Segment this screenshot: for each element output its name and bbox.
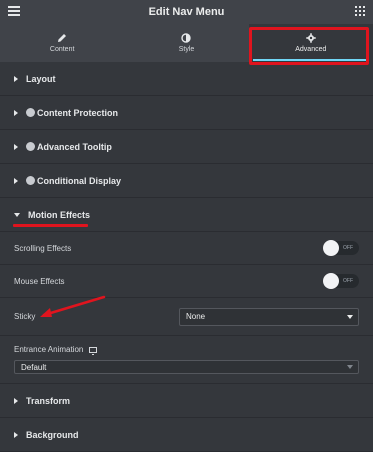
toggle-knob [323, 240, 339, 256]
entrance-animation-select[interactable]: Default [14, 360, 359, 374]
sticky-label: Sticky [14, 312, 36, 321]
caret-right-icon [14, 75, 18, 82]
tab-style[interactable]: Style [124, 24, 248, 62]
scrolling-effects-row: Scrolling Effects OFF [0, 232, 373, 265]
scrolling-effects-toggle[interactable]: OFF [323, 240, 359, 256]
toggle-state: OFF [343, 278, 353, 284]
editor-header: Edit Nav Menu [0, 0, 373, 24]
tab-content[interactable]: Content [0, 24, 124, 62]
section-label: Conditional Display [37, 175, 122, 186]
section-label: Transform [26, 395, 71, 406]
chevron-down-icon [347, 365, 353, 369]
entrance-animation-control: Entrance Animation Default [0, 336, 373, 384]
annotation-arrow [40, 295, 106, 317]
motion-effects-underline [13, 224, 88, 227]
tab-style-label: Style [178, 46, 195, 53]
section-content-protection[interactable]: Content Protection [0, 96, 373, 130]
addon-badge-icon [26, 176, 35, 185]
pencil-icon [57, 33, 67, 43]
hamburger-icon[interactable] [8, 6, 20, 16]
caret-right-icon [14, 431, 18, 438]
section-label: Advanced Tooltip [37, 141, 112, 152]
tab-advanced[interactable]: Advanced [248, 24, 373, 62]
caret-right-icon [14, 143, 18, 150]
section-advanced-tooltip[interactable]: Advanced Tooltip [0, 130, 373, 164]
sticky-row: Sticky None [0, 295, 373, 336]
toggle-knob [323, 273, 339, 289]
chevron-down-icon [347, 314, 353, 319]
caret-down-icon [14, 212, 20, 217]
scrolling-effects-label: Scrolling Effects [14, 243, 72, 253]
section-layout[interactable]: Layout [0, 62, 373, 96]
panel-tabs: Content Style Advanced [0, 24, 373, 62]
section-background[interactable]: Background [0, 418, 373, 452]
caret-right-icon [14, 397, 18, 404]
section-label: Content Protection [37, 107, 118, 118]
sticky-value: None [186, 312, 206, 321]
caret-right-icon [14, 109, 18, 116]
gear-icon [306, 33, 316, 43]
mouse-effects-label: Mouse Effects [14, 276, 65, 286]
section-conditional-display[interactable]: Conditional Display [0, 164, 373, 198]
caret-right-icon [14, 177, 18, 184]
addon-badge-icon [26, 108, 35, 117]
tab-advanced-label: Advanced [295, 46, 327, 53]
section-transform[interactable]: Transform [0, 384, 373, 418]
section-label: Background [26, 429, 79, 440]
desktop-icon[interactable] [89, 346, 98, 355]
addon-badge-icon [26, 142, 35, 151]
section-label: Layout [26, 73, 56, 84]
mouse-effects-row: Mouse Effects OFF [0, 265, 373, 298]
entrance-animation-label: Entrance Animation [14, 345, 84, 354]
section-label: Motion Effects [28, 209, 90, 220]
tab-content-label: Content [49, 46, 75, 53]
half-circle-icon [181, 33, 192, 43]
sticky-select[interactable]: None [179, 307, 359, 326]
panel-title: Edit Nav Menu [148, 6, 225, 18]
entrance-animation-value: Default [21, 362, 47, 372]
toggle-state: OFF [343, 245, 353, 251]
grid-icon[interactable] [355, 6, 365, 16]
mouse-effects-toggle[interactable]: OFF [323, 273, 359, 289]
